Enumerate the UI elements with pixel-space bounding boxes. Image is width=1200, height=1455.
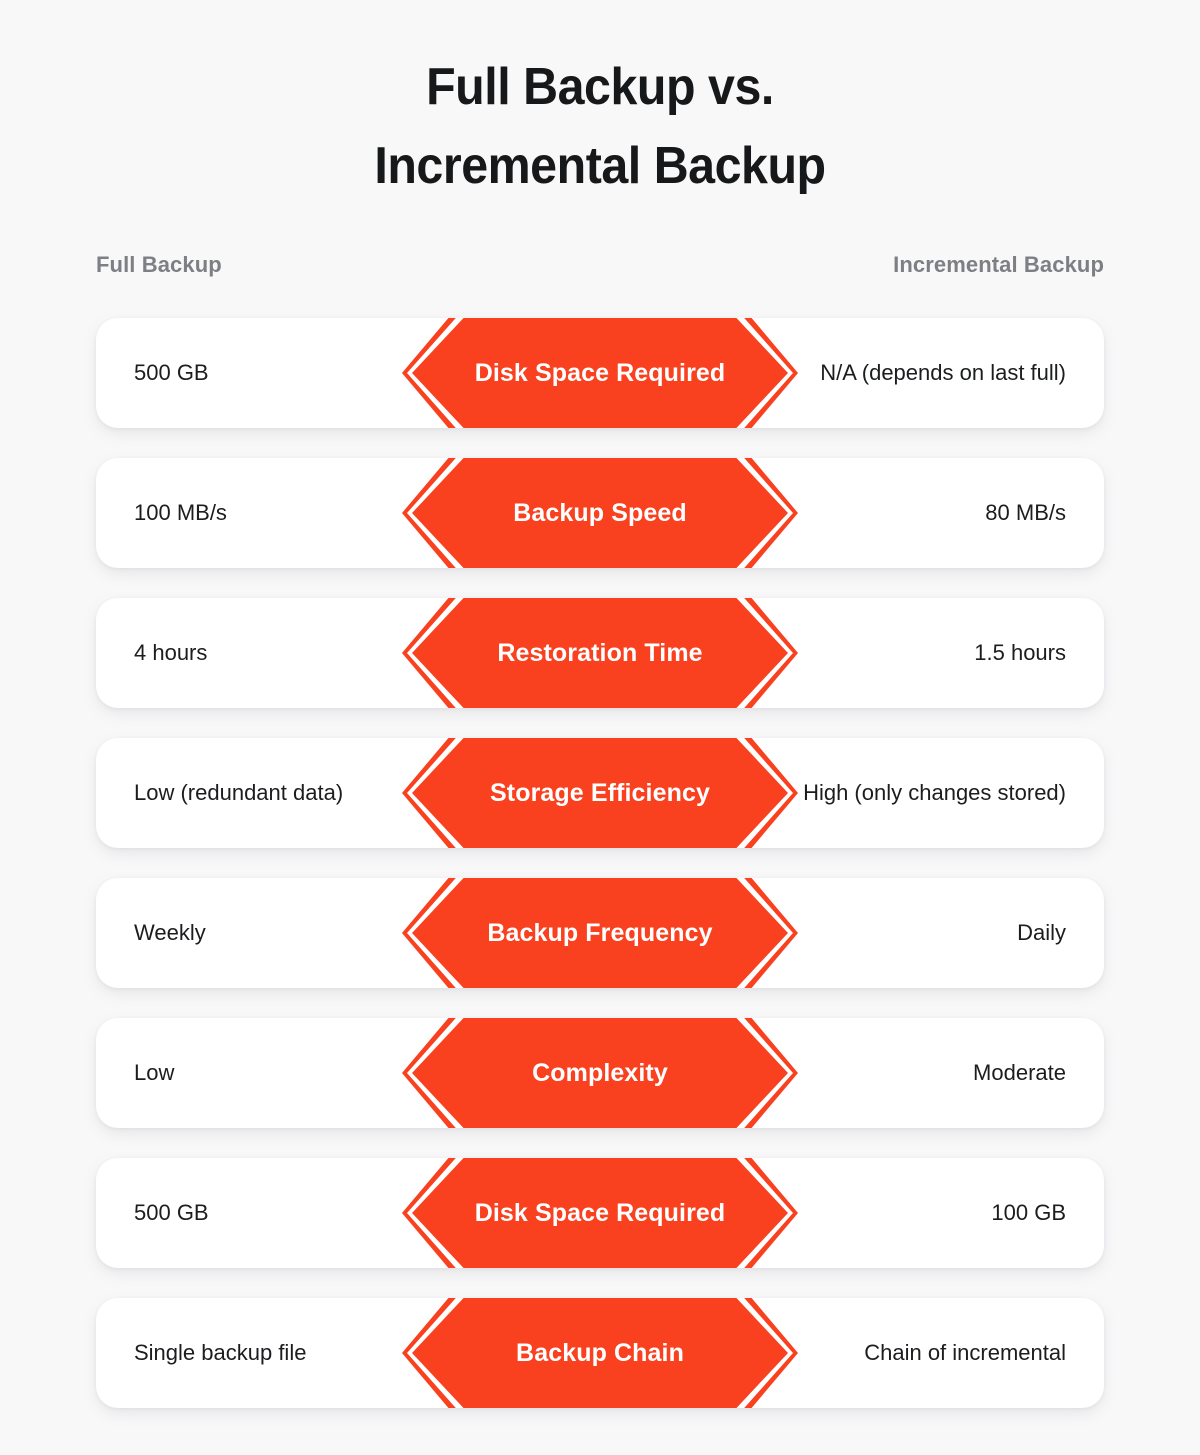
hexagon-outer-shape <box>402 878 798 988</box>
badge-clip: Disk Space Required <box>402 318 798 428</box>
attribute-label: Backup Speed <box>513 498 687 527</box>
attribute-badge: Complexity <box>402 1004 798 1142</box>
comparison-row: Low (redundant data) Storage Efficiency Hi… <box>96 738 1104 848</box>
hexagon-outer-shape <box>402 598 798 708</box>
badge-clip: Restoration Time <box>402 598 798 708</box>
hexagon-inner-shape <box>412 1158 788 1268</box>
incremental-backup-value: Chain of incremental <box>864 1340 1066 1366</box>
comparison-row: 100 MB/s Backup Speed 80 MB/s <box>96 458 1104 568</box>
hexagon-inner-shape <box>412 318 788 428</box>
hexagon-gap-shape <box>407 318 793 428</box>
hexagon-inner-shape <box>412 1018 788 1128</box>
badge-clip: Complexity <box>402 1018 798 1128</box>
hexagon-inner-shape <box>412 878 788 988</box>
column-header-full-backup: Full Backup <box>96 252 222 277</box>
full-backup-value: Low <box>134 1060 175 1086</box>
full-backup-value: 500 GB <box>134 1200 209 1226</box>
attribute-badge: Restoration Time <box>402 584 798 722</box>
hexagon-gap-shape <box>407 1018 793 1128</box>
comparison-row: 500 GB Disk Space Required 100 GB <box>96 1158 1104 1268</box>
badge-clip: Backup Frequency <box>402 878 798 988</box>
page-title: Full Backup vs. Incremental Backup <box>42 0 1158 206</box>
hexagon-gap-shape <box>407 458 793 568</box>
incremental-backup-value: 100 GB <box>991 1200 1066 1226</box>
badge-clip: Storage Efficiency <box>402 738 798 848</box>
page-title-line-2: Incremental Backup <box>374 137 826 196</box>
full-backup-value: Low (redundant data) <box>134 780 344 806</box>
column-headers: Full Backup Incremental Backup <box>96 252 1104 278</box>
hexagon-gap-shape <box>407 1158 793 1268</box>
badge-clip: Backup Chain <box>402 1298 798 1408</box>
attribute-badge: Backup Chain <box>402 1284 798 1422</box>
hexagon-gap-shape <box>407 878 793 988</box>
badge-clip: Disk Space Required <box>402 1158 798 1268</box>
incremental-backup-value: 1.5 hours <box>974 640 1066 666</box>
hexagon-gap-shape <box>407 598 793 708</box>
page-title-line-1: Full Backup vs. <box>426 58 774 116</box>
attribute-label: Restoration Time <box>497 638 703 667</box>
full-backup-value: 100 MB/s <box>134 500 227 526</box>
comparison-row: 4 hours Restoration Time 1.5 hours <box>96 598 1104 708</box>
comparison-rows: 500 GB Disk Space Required N/A (depends on… <box>96 318 1104 1408</box>
hexagon-outer-shape <box>402 1158 798 1268</box>
incremental-backup-value: Moderate <box>973 1060 1066 1086</box>
column-header-incremental-backup: Incremental Backup <box>893 252 1104 277</box>
hexagon-gap-shape <box>407 738 793 848</box>
attribute-label: Backup Chain <box>516 1338 684 1367</box>
attribute-badge: Disk Space Required <box>402 1144 798 1282</box>
attribute-label: Disk Space Required <box>474 358 726 387</box>
incremental-backup-value: 80 MB/s <box>985 500 1066 526</box>
attribute-label: Backup Frequency <box>487 918 713 947</box>
attribute-badge: Storage Efficiency <box>402 724 798 862</box>
hexagon-outer-shape <box>402 1298 798 1408</box>
hexagon-outer-shape <box>402 458 798 568</box>
full-backup-value: 4 hours <box>134 640 208 666</box>
attribute-label: Complexity <box>532 1058 668 1087</box>
attribute-label: Storage Efficiency <box>490 778 710 807</box>
hexagon-outer-shape <box>402 738 798 848</box>
attribute-label: Disk Space Required <box>474 1198 726 1227</box>
hexagon-inner-shape <box>412 598 788 708</box>
full-backup-value: 500 GB <box>134 360 209 386</box>
hexagon-inner-shape <box>412 458 788 568</box>
incremental-backup-value: N/A (depends on last full) <box>820 360 1066 386</box>
attribute-badge: Backup Frequency <box>402 864 798 1002</box>
comparison-row: 500 GB Disk Space Required N/A (depends on… <box>96 318 1104 428</box>
hexagon-outer-shape <box>402 1018 798 1128</box>
full-backup-value: Weekly <box>134 920 206 946</box>
incremental-backup-value: Daily <box>1017 920 1066 946</box>
hexagon-inner-shape <box>412 1298 788 1408</box>
incremental-backup-value: High (only changes stored) <box>803 780 1066 806</box>
badge-clip: Backup Speed <box>402 458 798 568</box>
comparison-row: Low Complexity Moderate <box>96 1018 1104 1128</box>
hexagon-outer-shape <box>402 318 798 428</box>
full-backup-value: Single backup file <box>134 1340 307 1366</box>
attribute-badge: Backup Speed <box>402 444 798 582</box>
comparison-row: Weekly Backup Frequency Daily <box>96 878 1104 988</box>
comparison-row: Single backup file Backup Chain Chain of i… <box>96 1298 1104 1408</box>
attribute-badge: Disk Space Required <box>402 304 798 442</box>
hexagon-gap-shape <box>407 1298 793 1408</box>
hexagon-inner-shape <box>412 738 788 848</box>
